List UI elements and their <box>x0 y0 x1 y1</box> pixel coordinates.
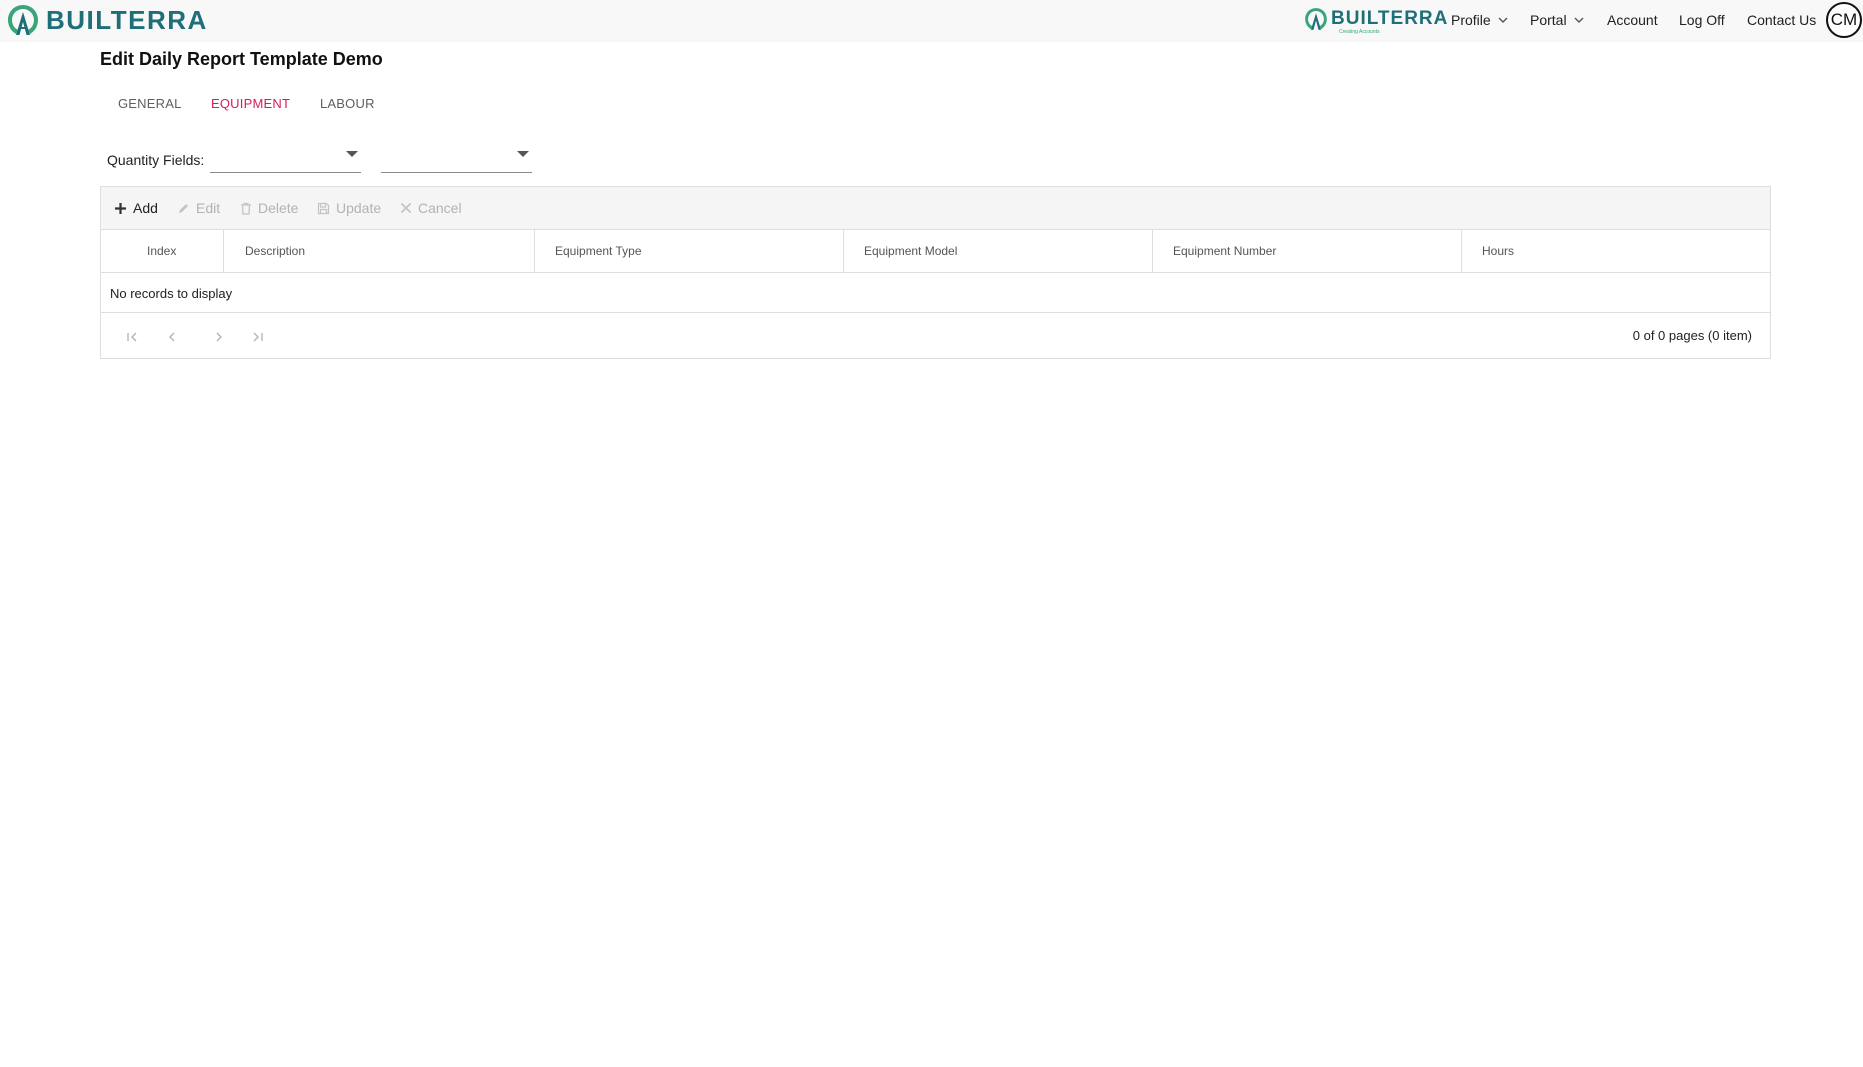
close-icon <box>400 202 412 214</box>
column-header-equipment-number[interactable]: Equipment Number <box>1173 230 1276 272</box>
quantity-fields-label: Quantity Fields: <box>107 152 205 168</box>
cancel-button-label: Cancel <box>418 200 462 216</box>
previous-page-icon[interactable] <box>165 330 179 344</box>
builterra-logo-icon <box>1305 8 1327 30</box>
column-header-description[interactable]: Description <box>245 230 305 272</box>
caret-down-icon <box>517 151 529 157</box>
add-button-label: Add <box>133 200 158 216</box>
brand-tagline: Creating Accounts <box>1339 29 1380 35</box>
column-divider <box>1461 230 1462 272</box>
last-page-icon[interactable] <box>251 330 265 344</box>
grid-pager: 0 of 0 pages (0 item) <box>101 313 1770 359</box>
equipment-grid: Add Edit Delete Update Cancel Index Desc… <box>100 186 1771 359</box>
add-button[interactable]: Add <box>114 199 158 217</box>
tab-general[interactable]: GENERAL <box>118 96 182 111</box>
nav-contact-link[interactable]: Contact Us <box>1747 10 1816 30</box>
grid-header-row: Index Description Equipment Type Equipme… <box>101 230 1770 273</box>
nav-portal-label: Portal <box>1530 12 1567 28</box>
avatar[interactable]: CM <box>1826 2 1862 38</box>
nav-account-link[interactable]: Account <box>1607 10 1658 30</box>
nav-contact-label: Contact Us <box>1747 12 1817 28</box>
chevron-down-icon <box>1498 17 1508 23</box>
update-button-label: Update <box>336 200 382 216</box>
delete-button-label: Delete <box>258 200 299 216</box>
column-header-equipment-model[interactable]: Equipment Model <box>864 230 957 272</box>
edit-button-label: Edit <box>196 200 221 216</box>
brand-name-secondary: BUILTERRA <box>1331 8 1449 29</box>
builterra-logo-icon <box>8 5 38 35</box>
pager-summary: 0 of 0 pages (0 item) <box>1632 328 1752 343</box>
nav-logoff-label: Log Off <box>1679 12 1725 28</box>
nav-profile-menu[interactable]: Profile <box>1451 10 1508 30</box>
save-icon <box>317 202 330 214</box>
edit-button[interactable]: Edit <box>177 199 220 217</box>
top-navigation-bar: BUILTERRA BUILTERRA Creating Accounts Pr… <box>0 0 1863 42</box>
next-page-icon[interactable] <box>212 330 226 344</box>
page-title: Edit Daily Report Template Demo <box>100 49 383 69</box>
nav-portal-menu[interactable]: Portal <box>1530 10 1584 30</box>
column-divider <box>223 230 224 272</box>
brand-name: BUILTERRA <box>46 5 208 35</box>
empty-message: No records to display <box>110 286 233 301</box>
tab-labour[interactable]: LABOUR <box>320 96 375 111</box>
cancel-button[interactable]: Cancel <box>400 199 462 217</box>
brand-logo-secondary[interactable]: BUILTERRA Creating Accounts <box>1303 5 1449 35</box>
chevron-down-icon <box>1574 17 1584 23</box>
trash-icon <box>241 202 251 215</box>
pencil-icon <box>179 203 188 213</box>
plus-icon <box>115 202 126 214</box>
nav-logoff-link[interactable]: Log Off <box>1679 10 1725 30</box>
caret-down-icon <box>346 151 358 157</box>
quantity-field-select-1[interactable] <box>210 145 361 173</box>
grid-toolbar: Add Edit Delete Update Cancel <box>101 187 1770 230</box>
first-page-icon[interactable] <box>125 330 139 344</box>
tab-equipment[interactable]: EQUIPMENT <box>211 96 290 111</box>
brand-logo[interactable]: BUILTERRA <box>5 2 208 38</box>
nav-account-label: Account <box>1607 12 1658 28</box>
empty-data-row: No records to display <box>101 273 1770 313</box>
update-button[interactable]: Update <box>317 199 381 217</box>
column-header-equipment-type[interactable]: Equipment Type <box>555 230 642 272</box>
column-divider <box>1152 230 1153 272</box>
column-divider <box>843 230 844 272</box>
column-header-index[interactable]: Index <box>147 230 176 272</box>
column-header-hours[interactable]: Hours <box>1482 230 1514 272</box>
quantity-field-select-2[interactable] <box>381 145 532 173</box>
delete-button[interactable]: Delete <box>240 199 298 217</box>
column-divider <box>534 230 535 272</box>
nav-profile-label: Profile <box>1451 12 1491 28</box>
